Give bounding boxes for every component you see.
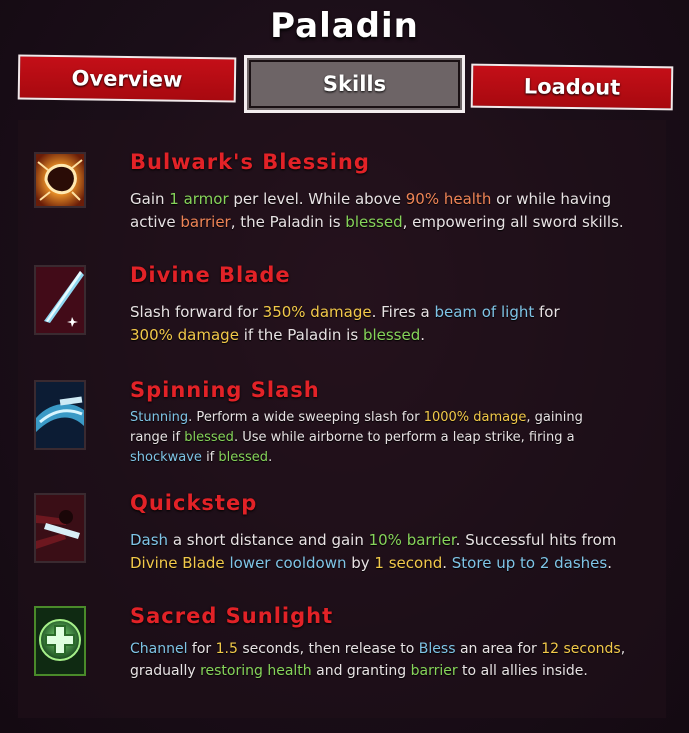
keyword: Bless — [418, 641, 456, 657]
skill-description: Stunning. Perform a wide sweeping slash … — [130, 408, 583, 468]
text-segment: or while having — [491, 190, 612, 208]
text-segment: active — [130, 213, 181, 231]
text-segment: for — [187, 641, 216, 657]
dash-icon — [34, 493, 86, 563]
text-segment: . — [268, 450, 273, 465]
keyword: Divine Blade — [130, 554, 225, 572]
tab-overview[interactable]: Overview — [17, 54, 237, 103]
text-segment: if the Paladin is — [238, 326, 363, 344]
desc-line: Channel for 1.5 seconds, then release to… — [130, 638, 625, 660]
tab-loadout[interactable]: Loadout — [470, 63, 674, 111]
sword-icon — [34, 265, 86, 335]
keyword: blessed — [345, 213, 403, 231]
desc-line: Slash forward for 350% damage. Fires a b… — [130, 301, 560, 324]
text-segment: to all allies inside. — [457, 663, 588, 679]
skill-description: Gain 1 armor per level. While above 90% … — [130, 188, 624, 234]
keyword: barrier — [180, 213, 231, 231]
text-segment: , the Paladin is — [230, 213, 346, 231]
shield-crack-icon — [34, 152, 86, 208]
text-segment: by — [346, 554, 375, 572]
text-segment: for — [534, 303, 560, 321]
keyword: blessed — [218, 450, 269, 465]
keyword: Channel — [130, 641, 188, 657]
keyword: barrier — [410, 663, 458, 679]
desc-line: Gain 1 armor per level. While above 90% … — [130, 188, 624, 211]
keyword: 1000% damage — [423, 410, 527, 425]
keyword: 300% damage — [130, 326, 239, 344]
text-segment: seconds, then release to — [237, 641, 419, 657]
text-segment: , gaining — [526, 410, 583, 425]
text-segment: . — [607, 554, 612, 572]
skill-name: Divine Blade — [130, 263, 291, 287]
text-segment: per level. While above — [228, 190, 406, 208]
text-segment: . — [420, 326, 426, 344]
text-segment: , — [620, 641, 626, 657]
keyword: 90% health — [405, 190, 492, 208]
text-segment: range if — [130, 430, 185, 445]
text-segment: , empowering all sword skills. — [402, 213, 624, 231]
keyword: shockwave — [130, 450, 202, 465]
desc-line: Divine Blade lower cooldown by 1 second.… — [130, 552, 616, 575]
text-segment: Gain — [130, 190, 170, 208]
keyword: Stunning — [130, 410, 189, 425]
keyword: lower cooldown — [229, 554, 347, 572]
skill-description: Dash a short distance and gain 10% barri… — [130, 529, 616, 575]
desc-line: shockwave if blessed. — [130, 448, 583, 468]
text-segment: gradually — [130, 663, 201, 679]
text-segment: . Fires a — [371, 303, 435, 321]
skill-name: Quickstep — [130, 491, 258, 515]
skill-name: Bulwark's Blessing — [130, 150, 370, 174]
skill-description: Slash forward for 350% damage. Fires a b… — [130, 301, 560, 347]
keyword: 350% damage — [262, 303, 372, 321]
holy-cross-icon — [34, 606, 86, 676]
text-segment: and granting — [311, 663, 411, 679]
text-segment: an area for — [455, 641, 542, 657]
desc-line: Stunning. Perform a wide sweeping slash … — [130, 408, 583, 428]
keyword: Dash — [130, 531, 169, 549]
page-title: Paladin — [270, 6, 419, 46]
desc-line: active barrier, the Paladin is blessed, … — [130, 211, 624, 234]
text-segment: . Perform a wide sweeping slash for — [188, 410, 424, 425]
desc-line: 300% damage if the Paladin is blessed. — [130, 324, 560, 347]
skill-name: Sacred Sunlight — [130, 604, 334, 628]
keyword: 1 second — [374, 554, 443, 572]
spin-slash-icon — [34, 380, 86, 450]
skill-description: Channel for 1.5 seconds, then release to… — [130, 638, 625, 682]
keyword: 12 seconds — [541, 641, 621, 657]
text-segment: . Successful hits from — [455, 531, 617, 549]
text-segment: a short distance and gain — [168, 531, 369, 549]
desc-line: Dash a short distance and gain 10% barri… — [130, 529, 616, 552]
text-segment: Slash forward for — [130, 303, 263, 321]
keyword: beam of light — [434, 303, 535, 321]
desc-line: gradually restoring health and granting … — [130, 660, 625, 682]
keyword: Store up to 2 dashes — [451, 554, 608, 572]
text-segment: if — [201, 450, 219, 465]
keyword: 1 armor — [169, 190, 229, 208]
text-segment: . Use while airborne to perform a leap s… — [233, 430, 575, 445]
keyword: restoring health — [200, 663, 312, 679]
keyword: 10% barrier — [368, 531, 456, 549]
keyword: blessed — [362, 326, 421, 344]
keyword: 1.5 — [215, 641, 238, 657]
keyword: blessed — [184, 430, 234, 445]
desc-line: range if blessed. Use while airborne to … — [130, 428, 583, 448]
skill-name: Spinning Slash — [130, 378, 320, 402]
tab-skills[interactable]: Skills — [244, 55, 465, 113]
text-segment: . — [442, 554, 452, 572]
